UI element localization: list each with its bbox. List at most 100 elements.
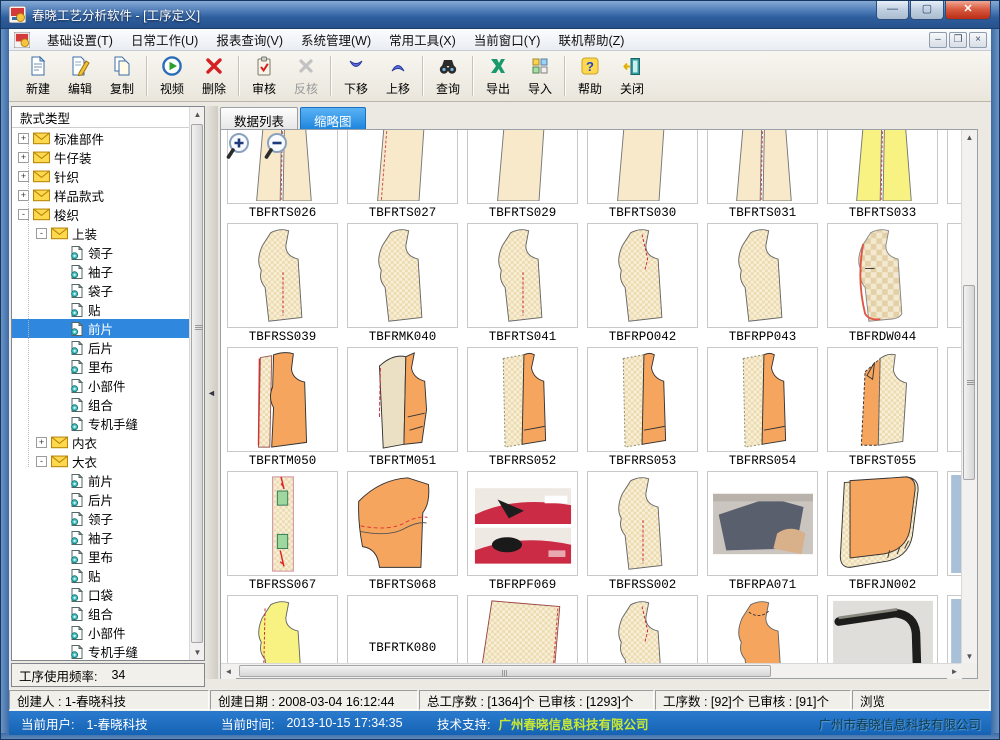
- tree-item-前片[interactable]: 前片: [12, 471, 189, 490]
- minimize-button[interactable]: —: [876, 1, 909, 20]
- vscroll-thumb[interactable]: [963, 285, 975, 480]
- tree-item-小部件[interactable]: 小部件: [12, 376, 189, 395]
- vertical-scrollbar[interactable]: ▲ ▼: [961, 130, 977, 664]
- thumbnail-cell-TBFRRS052[interactable]: TBFRRS052: [463, 347, 583, 471]
- thumbnail-cell-TBFRRS054[interactable]: TBFRRS054: [703, 347, 823, 471]
- thumbnail-cell-TBFRTS029[interactable]: TBFRTS029: [463, 130, 583, 223]
- toolbar-button-help[interactable]: ?帮助: [569, 53, 611, 99]
- toolbar-button-edit[interactable]: 编辑: [59, 53, 101, 99]
- tree-item-组合[interactable]: 组合: [12, 604, 189, 623]
- toolbar-button-new-doc[interactable]: 新建: [17, 53, 59, 99]
- collapse-icon[interactable]: -: [36, 456, 47, 467]
- thumbnail-cell-TBFRMK040[interactable]: TBFRMK040: [343, 223, 463, 347]
- tree-scrollbar[interactable]: ▲ ▼: [189, 107, 204, 660]
- thumbnail-cell-TBFRTS041[interactable]: TBFRTS041: [463, 223, 583, 347]
- menu-current-window[interactable]: 当前窗口(Y): [465, 27, 550, 52]
- thumbnail-cell[interactable]: [943, 595, 962, 664]
- thumbnail-cell-TBFRTM050[interactable]: TBFRTM050: [223, 347, 343, 471]
- tree-item-牛仔装[interactable]: +牛仔装: [12, 148, 189, 167]
- scroll-up-icon[interactable]: ▲: [962, 130, 977, 145]
- toolbar-button-move-up[interactable]: 上移: [377, 53, 419, 99]
- tree-item-里布[interactable]: 里布: [12, 547, 189, 566]
- menu-common-tools[interactable]: 常用工具(X): [380, 27, 465, 52]
- toolbar-button-exit-door[interactable]: 关闭: [611, 53, 653, 99]
- tab-data-list[interactable]: 数据列表: [220, 107, 298, 129]
- thumbnail-cell[interactable]: [703, 595, 823, 664]
- thumbnail-cell-TBFRPF069[interactable]: TBFRPF069: [463, 471, 583, 595]
- thumbnail-cell[interactable]: [823, 595, 943, 664]
- toolbar-button-excel-export[interactable]: 导出: [477, 53, 519, 99]
- tree-item-专机手缝[interactable]: 专机手缝: [12, 414, 189, 433]
- tree-item-贴[interactable]: 贴: [12, 566, 189, 585]
- toolbar-button-import-grid[interactable]: 导入: [519, 53, 561, 99]
- tree-item-领子[interactable]: 领子: [12, 243, 189, 262]
- hscroll-thumb[interactable]: [239, 665, 771, 677]
- scroll-down-icon[interactable]: ▼: [962, 649, 977, 664]
- tree-item-袋子[interactable]: 袋子: [12, 281, 189, 300]
- menu-system-manage[interactable]: 系统管理(W): [292, 27, 380, 52]
- tree-scroll-thumb[interactable]: [191, 124, 203, 643]
- thumbnail-cell-TBFRPA071[interactable]: TBFRPA071: [703, 471, 823, 595]
- tree-item-袖子[interactable]: 袖子: [12, 262, 189, 281]
- thumbnail-cell-TBFRTM051[interactable]: TBFRTM051: [343, 347, 463, 471]
- thumbnail-cell[interactable]: [463, 595, 583, 664]
- thumbnail-cell-TBFRTK080[interactable]: TBFRTK080: [343, 595, 463, 664]
- tree-item-后片[interactable]: 后片: [12, 338, 189, 357]
- tree-item-专机手缝[interactable]: 专机手缝: [12, 642, 189, 660]
- tree-scroll-down-icon[interactable]: ▼: [190, 645, 205, 660]
- tree-item-领子[interactable]: 领子: [12, 509, 189, 528]
- toolbar-button-binoculars[interactable]: 查询: [427, 53, 469, 99]
- thumbnail-cell[interactable]: [943, 130, 962, 223]
- tree-item-袖子[interactable]: 袖子: [12, 528, 189, 547]
- toolbar-button-copy[interactable]: 复制: [101, 53, 143, 99]
- tree-item-样品款式[interactable]: +样品款式: [12, 186, 189, 205]
- thumbnail-cell-TBFRPP043[interactable]: TBFRPP043: [703, 223, 823, 347]
- thumbnail-cell[interactable]: [943, 223, 962, 347]
- tree-item-梭织[interactable]: -梭织: [12, 205, 189, 224]
- toolbar-button-move-down[interactable]: 下移: [335, 53, 377, 99]
- toolbar-button-audit-check[interactable]: 审核: [243, 53, 285, 99]
- thumbnail-cell-TBFRST055[interactable]: TBFRST055: [823, 347, 943, 471]
- scroll-right-icon[interactable]: ►: [947, 664, 962, 679]
- tree-item-小部件[interactable]: 小部件: [12, 623, 189, 642]
- menu-daily-work[interactable]: 日常工作(U): [122, 27, 207, 52]
- mdi-minimize-button[interactable]: –: [929, 32, 947, 48]
- expand-icon[interactable]: +: [36, 437, 47, 448]
- thumbnail-cell-TBFRTS027[interactable]: TBFRTS027: [343, 130, 463, 223]
- toolbar-button-delete[interactable]: 删除: [193, 53, 235, 99]
- thumbnail-cell[interactable]: [223, 595, 343, 664]
- tab-thumbnails[interactable]: 缩略图: [300, 107, 366, 129]
- tree-item-口袋[interactable]: 口袋: [12, 585, 189, 604]
- menu-report-query[interactable]: 报表查询(V): [207, 27, 292, 52]
- menu-online-help[interactable]: 联机帮助(Z): [549, 27, 633, 52]
- tree-item-针织[interactable]: +针织: [12, 167, 189, 186]
- toolbar-button-video[interactable]: 视频: [151, 53, 193, 99]
- thumbnail-cell[interactable]: [583, 595, 703, 664]
- horizontal-scrollbar[interactable]: ◄ ►: [221, 663, 962, 678]
- mdi-close-button[interactable]: ×: [969, 32, 987, 48]
- thumbnail-cell-TBFRSS039[interactable]: TBFRSS039: [223, 223, 343, 347]
- zoom-out-icon[interactable]: [264, 132, 294, 167]
- menu-base-settings[interactable]: 基础设置(T): [38, 27, 122, 52]
- tree-item-里布[interactable]: 里布: [12, 357, 189, 376]
- thumbnail-cell[interactable]: [943, 347, 962, 471]
- thumbnail-cell-TBFRSS067[interactable]: TBFRSS067: [223, 471, 343, 595]
- thumbnail-cell-TBFRTS033[interactable]: TBFRTS033: [823, 130, 943, 223]
- tree-item-贴[interactable]: 贴: [12, 300, 189, 319]
- tree-item-上装[interactable]: -上装: [12, 224, 189, 243]
- tree-item-内衣[interactable]: +内衣: [12, 433, 189, 452]
- thumbnail-cell-TBFRTS031[interactable]: TBFRTS031: [703, 130, 823, 223]
- zoom-in-icon[interactable]: [226, 132, 256, 167]
- thumbnail-cell-TBFRTS030[interactable]: TBFRTS030: [583, 130, 703, 223]
- close-button[interactable]: ✕: [945, 1, 991, 20]
- maximize-button[interactable]: ▢: [910, 1, 944, 20]
- panel-splitter[interactable]: ◄: [205, 106, 218, 679]
- thumbnail-cell-TBFRDW044[interactable]: TBFRDW044: [823, 223, 943, 347]
- tree-scroll-up-icon[interactable]: ▲: [190, 107, 205, 122]
- tree-item-前片[interactable]: 前片: [12, 319, 189, 338]
- tree-item-后片[interactable]: 后片: [12, 490, 189, 509]
- thumbnail-cell-TBFRJN002[interactable]: TBFRJN002: [823, 471, 943, 595]
- thumbnail-cell-TBFRRS053[interactable]: TBFRRS053: [583, 347, 703, 471]
- thumbnail-cell-TBFRSS002[interactable]: TBFRSS002: [583, 471, 703, 595]
- mdi-restore-button[interactable]: ❐: [949, 32, 967, 48]
